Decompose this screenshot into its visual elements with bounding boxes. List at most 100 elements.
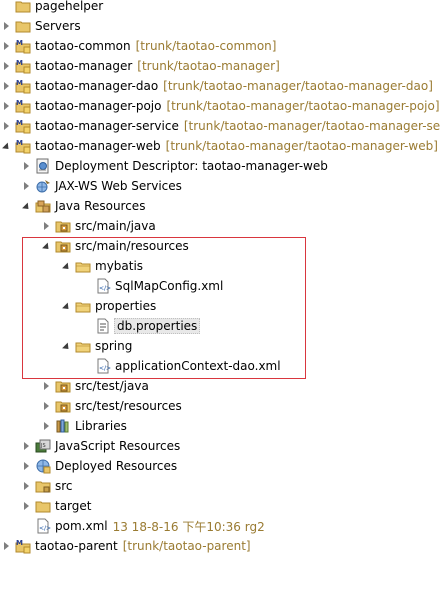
folder-icon xyxy=(15,0,31,14)
expand-toggle[interactable] xyxy=(21,496,31,516)
tree-item-jax-ws-web-services[interactable]: JAX-WS Web Services xyxy=(0,176,440,196)
collapse-toggle[interactable] xyxy=(21,196,31,216)
tree-item-label: src xyxy=(55,479,73,493)
folder-icon xyxy=(35,478,51,494)
tree-item-label: taotao-manager-dao xyxy=(35,79,159,93)
svn-decoration: [trunk/taotao-manager/taotao-manager-web… xyxy=(165,139,438,153)
tree-item-java-resources[interactable]: Java Resources xyxy=(0,196,440,216)
maven-project-icon: M xyxy=(15,118,31,134)
tree-item-label: taotao-manager xyxy=(35,59,133,73)
tree-item-label: JAX-WS Web Services xyxy=(55,179,182,193)
expand-toggle[interactable] xyxy=(1,36,11,56)
collapse-toggle[interactable] xyxy=(1,136,11,156)
expand-toggle[interactable] xyxy=(21,156,31,176)
source-folder-icon xyxy=(55,378,71,394)
tree-item-deployed-resources[interactable]: Deployed Resources xyxy=(0,456,440,476)
tree-item-label: taotao-parent xyxy=(35,539,118,553)
expand-toggle[interactable] xyxy=(1,16,11,36)
svg-text:M: M xyxy=(16,139,23,147)
maven-project-icon: M xyxy=(15,38,31,54)
expand-toggle[interactable] xyxy=(21,476,31,496)
tree-item-label: target xyxy=(55,499,92,513)
highlight-annotation-box xyxy=(22,237,306,379)
svn-decoration: [trunk/taotao-manager/taotao-manager-ser… xyxy=(183,119,440,133)
tree-item-taotao-parent[interactable]: M taotao-parent [trunk/taotao-parent] xyxy=(0,536,440,556)
tree-item-taotao-manager-service[interactable]: M taotao-manager-service [trunk/taotao-m… xyxy=(0,116,440,136)
expand-toggle[interactable] xyxy=(21,436,31,456)
maven-project-icon: M xyxy=(15,58,31,74)
expand-toggle[interactable] xyxy=(1,96,11,116)
maven-project-icon: M xyxy=(15,98,31,114)
expand-toggle[interactable] xyxy=(41,216,51,236)
tree-item-label: Libraries xyxy=(75,419,127,433)
maven-project-icon: M xyxy=(15,538,31,554)
expand-toggle[interactable] xyxy=(41,416,51,436)
svg-text:JS: JS xyxy=(40,443,46,449)
tree-item-src[interactable]: src xyxy=(0,476,440,496)
tree-item-label: taotao-manager-service xyxy=(35,119,179,133)
tree-item-pom-xml[interactable]: </> pom.xml 13 18-8-16 下午10:36 rg2 xyxy=(0,516,440,536)
tree-item-src-test-resources[interactable]: src/test/resources xyxy=(0,396,440,416)
tree-item-pagehelper[interactable]: pagehelper xyxy=(0,0,440,16)
folder-icon xyxy=(35,498,51,514)
tree-item-taotao-manager[interactable]: M taotao-manager [trunk/taotao-manager] xyxy=(0,56,440,76)
tree-item-label: Deployed Resources xyxy=(55,459,178,473)
tree-item-libraries[interactable]: Libraries xyxy=(0,416,440,436)
tree-item-taotao-manager-pojo[interactable]: M taotao-manager-pojo [trunk/taotao-mana… xyxy=(0,96,440,116)
tree-item-label: Java Resources xyxy=(55,199,146,213)
svg-text:M: M xyxy=(16,99,23,107)
tree-item-label: taotao-common xyxy=(35,39,131,53)
source-folder-icon xyxy=(55,398,71,414)
tree-item-label: Servers xyxy=(35,19,81,33)
svn-decoration: 13 18-8-16 下午10:36 rg2 xyxy=(112,519,265,534)
tree-item-taotao-manager-dao[interactable]: M taotao-manager-dao [trunk/taotao-manag… xyxy=(0,76,440,96)
tree-item-label: src/main/java xyxy=(75,219,156,233)
tree-item-servers[interactable]: Servers xyxy=(0,16,440,36)
tree-item-label: src/test/resources xyxy=(75,399,182,413)
tree-item-target[interactable]: target xyxy=(0,496,440,516)
tree-item-deployment-descriptor[interactable]: Deployment Descriptor: taotao-manager-we… xyxy=(0,156,440,176)
svn-decoration: [trunk/taotao-manager/taotao-manager-poj… xyxy=(166,99,440,113)
tree-item-label: pom.xml xyxy=(55,519,108,533)
expand-toggle[interactable] xyxy=(1,116,11,136)
deployment-descriptor-icon xyxy=(35,158,51,174)
svn-decoration: [trunk/taotao-manager/taotao-manager-dao… xyxy=(163,79,433,93)
tree-item-label: Deployment Descriptor: taotao-manager-we… xyxy=(55,159,328,173)
svg-text:M: M xyxy=(16,59,23,67)
tree-item-label: taotao-manager-pojo xyxy=(35,99,162,113)
svn-decoration: [trunk/taotao-manager] xyxy=(137,59,280,73)
expand-toggle[interactable] xyxy=(21,176,31,196)
libraries-icon xyxy=(55,418,71,434)
maven-project-icon: M xyxy=(15,138,31,154)
expand-toggle[interactable] xyxy=(1,76,11,96)
svg-text:M: M xyxy=(16,79,23,87)
xml-file-icon: </> xyxy=(35,518,51,534)
expand-toggle[interactable] xyxy=(41,376,51,396)
tree-item-src-test-java[interactable]: src/test/java xyxy=(0,376,440,396)
folder-icon xyxy=(15,18,31,34)
svn-decoration: [trunk/taotao-common] xyxy=(135,39,277,53)
svg-text:</>: </> xyxy=(39,525,51,532)
svg-text:M: M xyxy=(16,539,23,547)
svn-decoration: [trunk/taotao-parent] xyxy=(122,539,251,553)
tree-item-taotao-manager-web[interactable]: M taotao-manager-web [trunk/taotao-manag… xyxy=(0,136,440,156)
java-resources-icon xyxy=(35,198,51,214)
tree-item-label: src/test/java xyxy=(75,379,149,393)
tree-item-taotao-common[interactable]: M taotao-common [trunk/taotao-common] xyxy=(0,36,440,56)
tree-item-src-main-java[interactable]: src/main/java xyxy=(0,216,440,236)
expand-toggle[interactable] xyxy=(41,396,51,416)
javascript-resources-icon: JS xyxy=(35,438,51,454)
svg-text:M: M xyxy=(16,119,23,127)
tree-item-label: JavaScript Resources xyxy=(55,439,181,453)
tree-item-label: pagehelper xyxy=(35,0,104,13)
expand-toggle[interactable] xyxy=(1,56,11,76)
svg-text:M: M xyxy=(16,39,23,47)
maven-project-icon: M xyxy=(15,78,31,94)
tree-item-javascript-resources[interactable]: JS JavaScript Resources xyxy=(0,436,440,456)
expand-toggle[interactable] xyxy=(1,536,11,556)
tree-item-label: taotao-manager-web xyxy=(35,139,161,153)
deployed-resources-icon xyxy=(35,458,51,474)
expand-toggle[interactable] xyxy=(21,456,31,476)
